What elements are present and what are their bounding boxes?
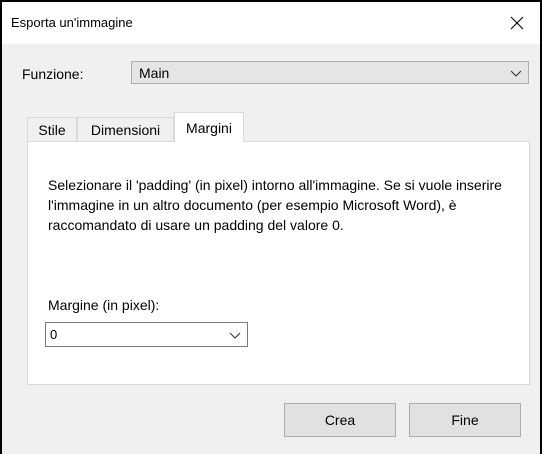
tab-label: Margini [186,119,232,136]
margin-description: Selezionare il 'padding' (in pixel) into… [48,177,502,233]
chevron-down-icon [229,332,241,339]
tab-margini[interactable]: Margini [174,112,244,142]
margin-selected-value: 0 [50,327,58,342]
tab-dimensioni[interactable]: Dimensioni [77,117,174,141]
create-button[interactable]: Crea [284,403,396,437]
window-title: Esporta un'immagine [11,15,133,30]
tab-label: Dimensioni [90,121,161,138]
chevron-down-icon [510,70,522,77]
function-dropdown[interactable]: Main [131,61,529,84]
function-selected-value: Main [139,65,170,81]
tab-stile[interactable]: Stile [27,117,77,141]
close-icon [510,16,524,30]
title-bar: Esporta un'immagine [2,2,540,44]
margini-panel: Selezionare il 'padding' (in pixel) into… [27,141,530,385]
tab-label: Stile [38,121,66,138]
margin-label: Margine (in pixel): [48,297,160,313]
margin-dropdown[interactable]: 0 [45,322,248,347]
close-button[interactable] [494,2,540,44]
function-label: Funzione: [22,66,84,82]
finish-button[interactable]: Fine [409,403,521,437]
